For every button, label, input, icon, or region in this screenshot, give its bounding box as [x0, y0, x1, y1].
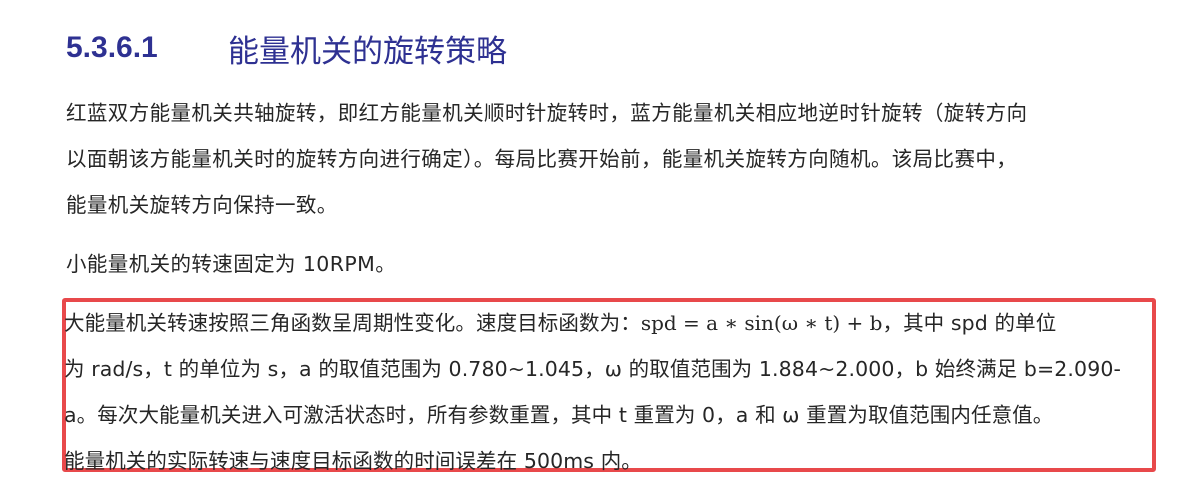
paragraph-large-speed: 大能量机关转速按照三角函数呈周期性变化。速度目标函数为：spd = a ∗ si… — [64, 300, 1121, 484]
speed-formula: spd = a ∗ sin(ω ∗ t) + b — [640, 311, 883, 335]
section-number: 5.3.6.1 — [66, 31, 158, 64]
paragraph-line: 能量机关旋转方向保持一致。 — [66, 193, 338, 217]
text-segment: 大能量机关转速按照三角函数呈周期性变化。速度目标函数为： — [64, 311, 641, 335]
paragraph-small-speed: 小能量机关的转速固定为 10RPM。 — [66, 252, 397, 276]
paragraph-line: a。每次大能量机关进入可激活状态时，所有参数重置，其中 t 重置为 0，a 和 … — [64, 403, 1054, 427]
paragraph-line: 能量机关的实际转速与速度目标函数的时间误差在 500ms 内。 — [64, 449, 642, 473]
paragraph-line: 以面朝该方能量机关时的旋转方向进行确定）。每局比赛开始前，能量机关旋转方向随机。… — [66, 147, 1018, 171]
text-segment: ，其中 spd 的单位 — [882, 311, 1057, 335]
paragraph-line: 红蓝双方能量机关共轴旋转，即红方能量机关顺时针旋转时，蓝方能量机关相应地逆时针旋… — [66, 101, 1028, 125]
paragraph-rotation-direction: 红蓝双方能量机关共轴旋转，即红方能量机关顺时针旋转时，蓝方能量机关相应地逆时针旋… — [66, 90, 1027, 228]
paragraph-line: 大能量机关转速按照三角函数呈周期性变化。速度目标函数为：spd = a ∗ si… — [64, 300, 1121, 346]
section-title: 能量机关的旋转策略 — [228, 33, 507, 70]
paragraph-line: 为 rad/s，t 的单位为 s，a 的取值范围为 0.780~1.045，ω … — [64, 357, 1121, 381]
section-heading: 5.3.6.1 能量机关的旋转策略 — [66, 26, 507, 70]
